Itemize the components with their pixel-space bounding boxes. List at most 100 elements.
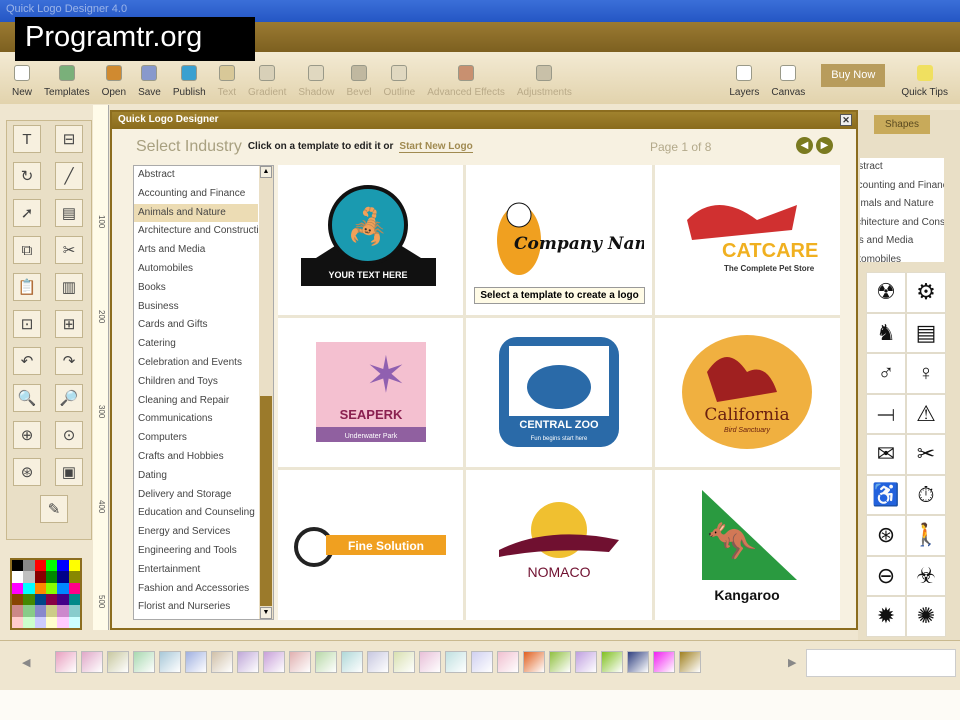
industry-list-item[interactable]: Computers <box>134 429 258 448</box>
tool-button[interactable]: ▥ <box>55 273 83 301</box>
tab-shapes[interactable]: Shapes <box>874 115 930 134</box>
industry-list-item[interactable]: Catering <box>134 335 258 354</box>
tool-button[interactable]: 📋 <box>13 273 41 301</box>
toolbar-new-button[interactable]: New <box>6 65 38 98</box>
tool-button[interactable]: ╱ <box>55 162 83 190</box>
buy-now-button[interactable]: Buy Now <box>821 63 886 87</box>
palette-color[interactable] <box>34 616 46 628</box>
gradient-swatch[interactable] <box>471 651 493 673</box>
template-penguin[interactable]: Company Name Select a template to create… <box>466 165 652 315</box>
shape-icon[interactable]: ✺ <box>906 596 946 637</box>
scroll-up-icon[interactable]: ▲ <box>260 166 272 178</box>
gradient-swatch[interactable] <box>185 651 207 673</box>
industry-list-item[interactable]: Dating <box>134 467 258 486</box>
industry-list-item[interactable]: Accounting and Finance <box>134 185 258 204</box>
palette-color[interactable] <box>68 616 80 628</box>
gradient-swatch[interactable] <box>627 651 649 673</box>
palette-color[interactable] <box>34 560 46 572</box>
industry-list-item[interactable]: Entertainment <box>134 561 258 580</box>
industry-list-item[interactable]: Cards and Gifts <box>134 316 258 335</box>
shape-icon[interactable]: ☣ <box>906 555 946 596</box>
shape-icon[interactable]: ♂ <box>866 353 906 394</box>
palette-color[interactable] <box>12 616 24 628</box>
tool-button[interactable]: ⊙ <box>55 421 83 449</box>
shapes-category-item[interactable]: Animals and Nature <box>860 195 944 214</box>
palette-color[interactable] <box>23 605 35 617</box>
toolbar-save-button[interactable]: Save <box>132 65 167 98</box>
industry-list-item[interactable]: Arts and Media <box>134 241 258 260</box>
gradient-swatch[interactable] <box>81 651 103 673</box>
prev-page-button[interactable]: ◀ <box>796 137 813 154</box>
shape-icon[interactable]: ☢ <box>866 272 906 313</box>
palette-color[interactable] <box>45 571 58 583</box>
toolbar-layers-button[interactable]: Layers <box>723 65 765 98</box>
industry-list-item[interactable]: Books <box>134 279 258 298</box>
tool-button[interactable]: ⊡ <box>13 310 41 338</box>
industry-list-item[interactable]: Celebration and Events <box>134 354 258 373</box>
industry-list-item[interactable]: Cleaning and Repair <box>134 392 258 411</box>
template-seaperk[interactable]: ✶ SEAPERK Underwater Park <box>278 317 464 468</box>
gradient-swatch[interactable] <box>107 651 129 673</box>
toolbar-publish-button[interactable]: Publish <box>167 65 212 98</box>
palette-color[interactable] <box>12 560 24 572</box>
tool-button[interactable]: ✎ <box>40 495 68 523</box>
industry-list-item[interactable]: Fashion and Accessories <box>134 580 258 599</box>
palette-color[interactable] <box>12 593 24 606</box>
palette-color[interactable] <box>12 605 24 617</box>
palette-color[interactable] <box>57 605 69 617</box>
shape-icon[interactable]: ⏱ <box>906 474 946 515</box>
close-icon[interactable]: ✕ <box>840 114 852 126</box>
shape-icon[interactable]: ⚠ <box>906 393 946 434</box>
palette-color[interactable] <box>34 571 46 583</box>
palette-color[interactable] <box>34 605 46 617</box>
gradient-swatch[interactable] <box>341 651 363 673</box>
shapes-category-item[interactable]: Abstract <box>860 158 944 177</box>
industry-list-item[interactable]: Children and Toys <box>134 373 258 392</box>
gradient-swatch[interactable] <box>575 651 597 673</box>
start-new-logo-link[interactable]: Start New Logo <box>399 141 473 153</box>
shape-icon[interactable]: ⚙ <box>906 272 946 313</box>
palette-color[interactable] <box>57 593 69 606</box>
scroll-thumb[interactable] <box>260 396 272 606</box>
next-page-button[interactable]: ▶ <box>816 137 833 154</box>
shape-icon[interactable]: 🚶 <box>906 515 946 556</box>
gradient-swatch[interactable] <box>211 651 233 673</box>
industry-list-item[interactable]: Engineering and Tools <box>134 542 258 561</box>
template-fine-solution[interactable]: Fine Solution <box>278 470 464 620</box>
palette-color[interactable] <box>23 593 35 606</box>
palette-color[interactable] <box>57 582 69 594</box>
industry-list-item[interactable]: Communications <box>134 410 258 429</box>
industry-list-item[interactable]: Abstract <box>134 166 258 185</box>
shapes-category-item[interactable]: Architecture and Construction <box>860 214 944 233</box>
shape-icon[interactable]: ✉ <box>866 434 906 475</box>
gradient-swatch[interactable] <box>289 651 311 673</box>
tool-button[interactable]: ↷ <box>55 347 83 375</box>
shapes-category-item[interactable]: Accounting and Finance <box>860 177 944 196</box>
palette-color[interactable] <box>23 616 35 628</box>
tool-button[interactable]: 🔍 <box>13 384 41 412</box>
shape-icon[interactable]: ⟞ <box>866 393 906 434</box>
tool-button[interactable]: ⧉ <box>13 236 41 264</box>
tool-button[interactable]: ↶ <box>13 347 41 375</box>
shapes-category-item[interactable]: Automobiles <box>860 251 944 263</box>
swatch-scroll-left-icon[interactable]: ◀ <box>22 656 30 669</box>
tool-button[interactable]: ↻ <box>13 162 41 190</box>
palette-color[interactable] <box>68 605 80 617</box>
palette-color[interactable] <box>23 582 35 594</box>
shape-icon[interactable]: ⊖ <box>866 555 906 596</box>
shape-icon[interactable]: ♿ <box>866 474 906 515</box>
industry-list-item[interactable]: Education and Counseling <box>134 504 258 523</box>
color-palette[interactable] <box>10 558 82 630</box>
gradient-swatch[interactable] <box>367 651 389 673</box>
industry-list-scrollbar[interactable]: ▲ ▼ <box>259 166 273 619</box>
gradient-swatch[interactable] <box>133 651 155 673</box>
palette-color[interactable] <box>57 616 69 628</box>
gradient-swatch[interactable] <box>419 651 441 673</box>
palette-color[interactable] <box>45 593 58 606</box>
industry-list-item[interactable]: Business <box>134 298 258 317</box>
shape-icon[interactable]: ✹ <box>866 596 906 637</box>
gradient-swatch[interactable] <box>315 651 337 673</box>
gradient-swatch[interactable] <box>445 651 467 673</box>
tool-button[interactable]: ⊟ <box>55 125 83 153</box>
industry-list-item[interactable]: Crafts and Hobbies <box>134 448 258 467</box>
